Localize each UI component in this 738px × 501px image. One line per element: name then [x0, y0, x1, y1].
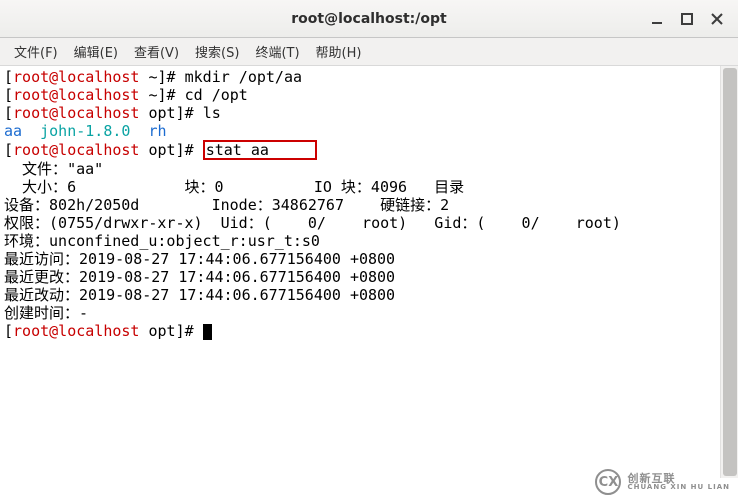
- menu-help[interactable]: 帮助(H): [308, 38, 370, 65]
- menu-terminal[interactable]: 终端(T): [247, 38, 307, 65]
- stat-value: "aa": [67, 160, 103, 178]
- stat-label: 大小：: [4, 178, 67, 196]
- watermark-text: 创新互联 CHUANG XIN HU LIAN: [627, 473, 730, 492]
- stat-value: 4096: [371, 178, 407, 196]
- prompt-path: opt: [149, 104, 176, 122]
- watermark-line2: CHUANG XIN HU LIAN: [627, 484, 730, 491]
- window-controls: [642, 0, 732, 37]
- ls-entry: john-1.8.0: [40, 122, 130, 140]
- prompt-path: ~: [149, 68, 158, 86]
- stat-value: 802h/2050d: [49, 196, 139, 214]
- stat-value: ( 0/ root): [263, 214, 408, 232]
- stat-value: 2: [440, 196, 449, 214]
- stat-value: 2019-08-27 17:44:06.677156400 +0800: [79, 268, 395, 286]
- stat-value: 6: [67, 178, 76, 196]
- stat-label: 创建时间：: [4, 304, 79, 322]
- stat-label: 设备：: [4, 196, 49, 214]
- cmd: cd /opt: [185, 86, 248, 104]
- stat-label: 最近改动：: [4, 286, 79, 304]
- cursor-icon: [203, 324, 212, 340]
- cmd: ls: [203, 104, 221, 122]
- minimize-button[interactable]: [642, 7, 672, 31]
- stat-value: unconfined_u:object_r:usr_t:s0: [49, 232, 320, 250]
- prompt-path: ~: [149, 86, 158, 104]
- stat-value: ( 0/ root): [476, 214, 621, 232]
- prompt-user: root@localhost: [13, 68, 139, 86]
- ls-entry: aa: [4, 122, 22, 140]
- stat-label: Uid：: [221, 214, 263, 232]
- stat-label: 最近更改：: [4, 268, 79, 286]
- prompt-path: opt: [149, 141, 176, 159]
- stat-label: 环境：: [4, 232, 49, 250]
- watermark-badge-icon: CX: [595, 469, 621, 495]
- stat-label: 块：: [184, 178, 214, 196]
- prompt-hash: #: [185, 322, 203, 340]
- menu-search[interactable]: 搜索(S): [187, 38, 247, 65]
- stat-label: Gid：: [434, 214, 476, 232]
- maximize-button[interactable]: [672, 7, 702, 31]
- stat-label: 硬链接：: [380, 196, 440, 214]
- stat-value: (0755/drwxr-xr-x): [49, 214, 203, 232]
- stat-value: 2019-08-27 17:44:06.677156400 +0800: [79, 250, 395, 268]
- menu-view[interactable]: 查看(V): [126, 38, 187, 65]
- scrollbar[interactable]: [720, 66, 738, 478]
- stat-value: 2019-08-27 17:44:06.677156400 +0800: [79, 286, 395, 304]
- stat-label: 最近访问：: [4, 250, 79, 268]
- cmd: stat aa: [206, 141, 314, 159]
- window-title: root@localhost:/opt: [291, 11, 446, 27]
- menu-edit[interactable]: 编辑(E): [66, 38, 126, 65]
- stat-label: Inode：: [212, 196, 272, 214]
- stat-value: 目录: [434, 178, 464, 196]
- prompt-user: root@localhost: [13, 86, 139, 104]
- stat-value: 34862767: [272, 196, 344, 214]
- menu-file[interactable]: 文件(F): [6, 38, 66, 65]
- prompt-path: opt: [149, 322, 176, 340]
- close-button[interactable]: [702, 7, 732, 31]
- watermark: CX 创新互联 CHUANG XIN HU LIAN: [595, 469, 730, 495]
- stat-label: 权限：: [4, 214, 49, 232]
- prompt-hash: #: [185, 141, 203, 159]
- stat-label: IO 块：: [314, 178, 371, 196]
- ls-entry: rh: [149, 122, 167, 140]
- menubar: 文件(F) 编辑(E) 查看(V) 搜索(S) 终端(T) 帮助(H): [0, 38, 738, 66]
- prompt-user: root@localhost: [13, 141, 139, 159]
- titlebar: root@localhost:/opt: [0, 0, 738, 38]
- scroll-thumb[interactable]: [723, 68, 737, 476]
- stat-value: -: [79, 304, 88, 322]
- cmd: mkdir /opt/aa: [185, 68, 302, 86]
- highlight-box: stat aa: [203, 140, 317, 160]
- stat-label: 文件：: [4, 160, 67, 178]
- terminal-area[interactable]: [root@localhost ~]# mkdir /opt/aa [root@…: [0, 66, 720, 501]
- prompt-user: root@localhost: [13, 104, 139, 122]
- stat-value: 0: [214, 178, 223, 196]
- prompt-user: root@localhost: [13, 322, 139, 340]
